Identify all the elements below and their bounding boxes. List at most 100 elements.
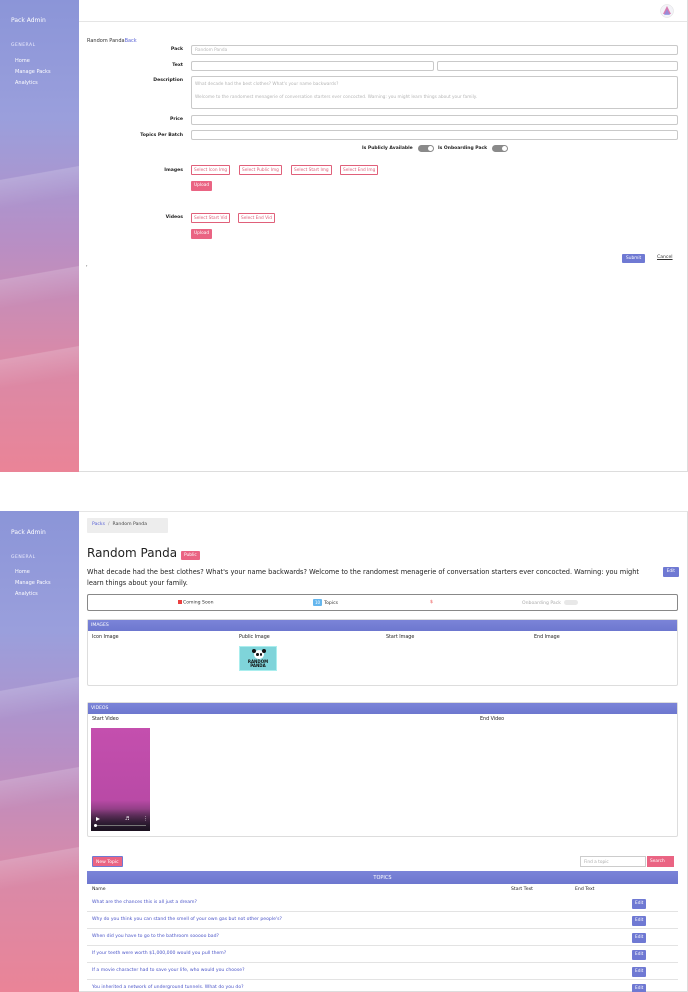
coming-soon-status: Coming Soon: [178, 600, 214, 606]
name-column-header: Name: [92, 887, 106, 892]
submit-button[interactable]: Submit: [622, 254, 646, 263]
edit-topic-button[interactable]: Edit: [632, 899, 647, 909]
breadcrumb-current: Random Panda: [112, 522, 148, 527]
sidebar-decoration: [0, 330, 79, 390]
sidebar: Pack Admin GENERAL Home Manage Packs Ana…: [0, 0, 79, 472]
public-toggle[interactable]: [418, 145, 434, 152]
select-icon-img-button[interactable]: Select Icon Img: [191, 165, 231, 175]
description-textarea[interactable]: What decade had the best clothes? What's…: [191, 76, 678, 109]
find-topic-input[interactable]: Find a topic: [580, 856, 646, 867]
text-label: Text: [172, 63, 183, 68]
public-image-column: Public Image: [239, 635, 270, 640]
pack-detail-screen: Pack Admin GENERAL Home Manage Packs Ana…: [0, 511, 688, 992]
panda-ear: [262, 649, 266, 653]
edit-topic-button[interactable]: Edit: [632, 916, 647, 926]
videos-panel: VIDEOS Start Video End Video: [87, 702, 678, 837]
status-bar: Coming Soon 10 Topics $ Onboarding Pack: [87, 594, 678, 611]
table-row: Why do you think you can stand the smell…: [87, 912, 678, 929]
sidebar-decoration: [0, 150, 79, 210]
sidebar-item-home[interactable]: Home: [15, 58, 30, 64]
volume-icon[interactable]: ♬: [125, 816, 129, 822]
edit-topic-button[interactable]: Edit: [632, 950, 647, 960]
table-row: If your teeth were worth $1,000,000 woul…: [87, 946, 678, 963]
start-video-column: Start Video: [92, 717, 119, 722]
images-label: Images: [164, 168, 183, 173]
sidebar-section-general: GENERAL: [11, 43, 36, 48]
sidebar-item-analytics[interactable]: Analytics: [15, 80, 38, 86]
topic-name-link[interactable]: What are the chances this is all just a …: [92, 900, 197, 905]
select-start-vid-button[interactable]: Select Start Vid: [191, 213, 231, 223]
topics-per-batch-input[interactable]: [191, 130, 678, 140]
edit-topic-button[interactable]: Edit: [632, 984, 647, 992]
topic-name-link[interactable]: Why do you think you can stand the smell…: [92, 917, 282, 922]
sidebar-item-analytics[interactable]: Analytics: [15, 591, 38, 597]
onboarding-toggle[interactable]: [492, 145, 508, 152]
images-panel-header: IMAGES: [88, 620, 677, 631]
topic-name-link[interactable]: When did you have to go to the bathroom …: [92, 934, 219, 939]
select-end-vid-button[interactable]: Select End Vid: [238, 213, 275, 223]
select-start-img-button[interactable]: Select Start Img: [291, 165, 332, 175]
start-image-column: Start Image: [386, 635, 415, 640]
calendar-icon: [178, 600, 182, 604]
upload-videos-button[interactable]: Upload: [191, 229, 213, 239]
topic-name-link[interactable]: You inherited a network of underground t…: [92, 985, 244, 990]
sidebar-item-home[interactable]: Home: [15, 569, 30, 575]
price-input[interactable]: [191, 115, 678, 125]
table-row: When did you have to go to the bathroom …: [87, 929, 678, 946]
end-image-column: End Image: [534, 635, 560, 640]
videos-panel-header: VIDEOS: [88, 703, 677, 714]
breadcrumb-packs-link[interactable]: Packs: [92, 522, 105, 527]
breadcrumb: Packs / Random Panda: [87, 518, 168, 533]
start-text-column-header: Start Text: [511, 887, 533, 892]
description-label: Description: [153, 78, 183, 83]
price-status: $: [430, 600, 433, 605]
panda-icon: [252, 649, 266, 659]
video-progress-knob[interactable]: [94, 824, 97, 827]
edit-topic-button[interactable]: Edit: [632, 933, 647, 943]
start-video-player[interactable]: ♬ ⋮: [91, 728, 150, 831]
end-video-column: End Video: [480, 717, 505, 722]
upload-images-button[interactable]: Upload: [191, 181, 213, 191]
cancel-link[interactable]: Cancel: [657, 255, 673, 260]
topics-count-chip: 10: [313, 599, 323, 606]
videos-label: Videos: [165, 215, 183, 220]
edit-topic-button[interactable]: Edit: [632, 967, 647, 977]
select-end-img-button[interactable]: Select End Img: [340, 165, 379, 175]
top-bar: [79, 0, 687, 22]
table-row: You inherited a network of underground t…: [87, 980, 678, 992]
play-icon[interactable]: [96, 817, 100, 821]
coming-soon-text: Coming Soon: [183, 600, 214, 606]
table-row: What are the chances this is all just a …: [87, 895, 678, 912]
public-toggle-label: Is Publicly Available: [362, 146, 413, 151]
breadcrumb-separator: /: [107, 522, 110, 527]
sidebar-item-manage-packs[interactable]: Manage Packs: [15, 69, 51, 75]
sidebar-decoration: [0, 250, 79, 310]
sidebar-item-manage-packs[interactable]: Manage Packs: [15, 580, 51, 586]
edit-pack-button[interactable]: Edit: [662, 567, 679, 577]
pack-input[interactable]: Random Panda: [191, 45, 678, 55]
search-button[interactable]: Search: [647, 856, 674, 867]
app-title: Pack Admin: [11, 529, 46, 536]
public-badge: Public: [181, 551, 200, 560]
onboarding-status: Onboarding Pack: [522, 600, 578, 606]
back-link[interactable]: Back: [125, 38, 137, 44]
stray-comma: ,: [86, 262, 88, 268]
video-controls: ♬ ⋮: [91, 809, 150, 831]
sidebar-decoration: [0, 661, 79, 721]
text-input-end[interactable]: [437, 61, 678, 71]
pack-description: What decade had the best clothes? What's…: [87, 568, 639, 587]
topic-name-link[interactable]: If a movie character had to save your li…: [92, 968, 245, 973]
select-public-img-button[interactable]: Select Public Img: [239, 165, 282, 175]
onboarding-status-text: Onboarding Pack: [522, 601, 561, 606]
video-progress-bar[interactable]: [95, 825, 146, 826]
panda-ear: [252, 649, 256, 653]
sidebar-decoration: [0, 831, 79, 891]
topic-name-link[interactable]: If your teeth were worth $1,000,000 woul…: [92, 951, 226, 956]
sidebar: Pack Admin GENERAL Home Manage Packs Ana…: [0, 511, 79, 992]
new-topic-button[interactable]: New Topic: [92, 856, 123, 867]
user-avatar-icon[interactable]: [660, 4, 674, 18]
more-options-icon[interactable]: ⋮: [143, 816, 148, 822]
onboarding-mini-toggle: [563, 600, 578, 605]
text-input-start[interactable]: [191, 61, 434, 71]
price-label: Price: [169, 117, 183, 122]
